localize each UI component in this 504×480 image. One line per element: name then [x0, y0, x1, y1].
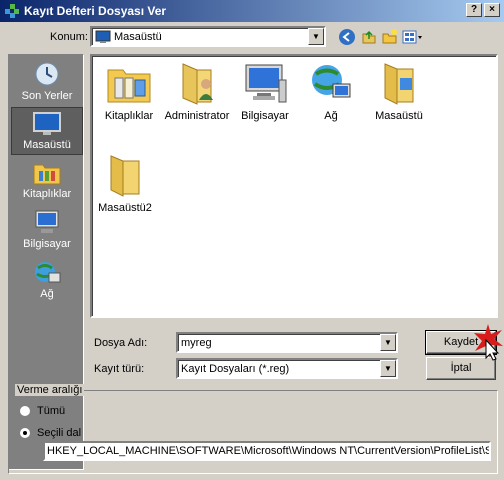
place-label: Masaüstü [23, 139, 71, 151]
file-label: Masaüstü2 [98, 202, 152, 214]
registry-icon [5, 4, 19, 18]
place-label: Kitaplıklar [22, 188, 72, 200]
title-bar[interactable]: Kayıt Defteri Dosyası Ver ? × [0, 0, 504, 22]
back-icon[interactable] [338, 28, 356, 46]
file-item-desktop2[interactable]: Masaüstü2 [90, 154, 160, 214]
place-recent[interactable]: Son Yerler [11, 59, 83, 107]
radio-dot[interactable] [19, 405, 31, 417]
radio-selected-branch[interactable]: Seçili dal [19, 427, 81, 439]
file-label: Bilgisayar [241, 110, 289, 122]
libraries-folder-icon [107, 69, 151, 103]
desktop-icon [33, 112, 61, 135]
filename-value: myreg [181, 336, 212, 349]
window-title: Kayıt Defteri Dosyası Ver [24, 4, 167, 18]
file-item-network[interactable]: Ağ [296, 62, 366, 122]
place-label: Bilgisayar [23, 238, 71, 250]
filetype-value: Kayıt Dosyaları (*.reg) [181, 362, 290, 375]
radio-label: Tümü [37, 405, 66, 417]
filetype-select[interactable]: Kayıt Dosyaları (*.reg) ▼ [176, 358, 398, 379]
group-legend: Verme aralığı [15, 384, 85, 396]
cursor-highlight-icon [474, 324, 503, 361]
file-item-administrator[interactable]: Administrator [162, 62, 232, 122]
network-icon [35, 262, 61, 283]
computer-icon [35, 210, 59, 233]
radio-label: Seçili dal [37, 427, 82, 439]
place-computer[interactable]: Bilgisayar [11, 207, 83, 255]
help-button[interactable]: ? [466, 3, 482, 17]
location-combo[interactable]: Masaüstü ▼ [90, 26, 326, 47]
place-network[interactable]: Ağ [11, 257, 83, 305]
recent-places-icon [35, 62, 59, 86]
filetype-label: Kayıt türü: [94, 363, 145, 375]
place-label: Ağ [40, 288, 54, 300]
computer-icon [245, 64, 287, 103]
location-value: Masaüstü [114, 30, 162, 43]
file-label: Administrator [164, 110, 230, 122]
view-menu-icon[interactable] [402, 28, 424, 46]
chevron-down-icon[interactable]: ▼ [308, 28, 324, 45]
filename-input[interactable]: myreg ▼ [176, 332, 398, 353]
location-label: Konum: [50, 31, 88, 43]
file-item-computer[interactable]: Bilgisayar [230, 62, 300, 122]
folder-icon [110, 155, 140, 197]
radio-all[interactable]: Tümü [19, 405, 65, 417]
place-desktop[interactable]: Masaüstü [11, 107, 83, 155]
folder-icon [384, 63, 414, 105]
desktop-icon [95, 30, 111, 43]
export-range-group: Verme aralığı Tümü Seçili dal HKEY_LOCAL… [8, 384, 498, 474]
file-item-desktop[interactable]: Masaüstü [364, 62, 434, 122]
place-label: Son Yerler [21, 90, 73, 102]
place-libraries[interactable]: Kitaplıklar [11, 157, 83, 205]
chevron-down-icon[interactable]: ▼ [380, 360, 396, 377]
filename-label: Dosya Adı: [94, 337, 148, 349]
file-list[interactable]: Kitaplıklar Administrator Bilgisayar Ağ … [90, 54, 498, 318]
chevron-down-icon[interactable]: ▼ [380, 334, 396, 351]
radio-dot[interactable] [19, 427, 31, 439]
close-button[interactable]: × [484, 3, 500, 17]
file-item-libraries[interactable]: Kitaplıklar [94, 62, 164, 122]
new-folder-icon[interactable] [381, 28, 399, 46]
user-folder-icon [182, 63, 213, 105]
file-label: Ağ [324, 110, 338, 122]
libraries-icon [33, 164, 61, 185]
up-folder-icon[interactable] [360, 28, 378, 46]
file-label: Masaüstü [375, 110, 423, 122]
selected-branch-field[interactable]: HKEY_LOCAL_MACHINE\SOFTWARE\Microsoft\Wi… [43, 441, 491, 461]
file-label: Kitaplıklar [104, 110, 154, 122]
network-icon [312, 65, 351, 98]
